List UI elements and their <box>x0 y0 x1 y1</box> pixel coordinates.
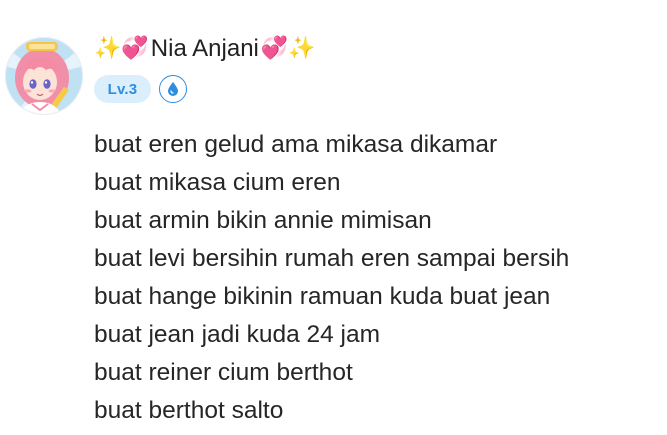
name-prefix-emoji: ✨💞 <box>94 36 149 61</box>
author-name[interactable]: ✨💞 Nia Anjani 💞✨ <box>94 32 316 66</box>
author-badges: Lv.3 <box>94 75 187 103</box>
author-name-text: Nia Anjani <box>150 35 259 62</box>
avatar[interactable] <box>4 36 84 116</box>
post-line: buat hange bikinin ramuan kuda buat jean <box>94 283 551 310</box>
role-badge[interactable] <box>159 75 187 103</box>
post-line: buat jean jadi kuda 24 jam <box>94 321 381 348</box>
post-body: buat eren gelud ama mikasa dikamar buat … <box>94 126 654 430</box>
post-line: buat reiner cium berthot <box>94 359 353 386</box>
post-line: buat eren gelud ama mikasa dikamar <box>94 131 498 158</box>
name-suffix-emoji: 💞✨ <box>260 36 316 61</box>
post-line: buat levi bersihin rumah eren sampai ber… <box>94 245 570 272</box>
droplet-badge-icon <box>168 82 178 96</box>
level-badge[interactable]: Lv.3 <box>94 75 151 103</box>
post-line: buat berthot salto <box>94 397 284 424</box>
anime-girl-avatar-icon <box>5 37 83 115</box>
post-container: ✨💞 Nia Anjani 💞✨ Lv.3 buat eren gelud am… <box>0 0 667 435</box>
post-line: buat mikasa cium eren <box>94 169 341 196</box>
post-line: buat armin bikin annie mimisan <box>94 207 432 234</box>
